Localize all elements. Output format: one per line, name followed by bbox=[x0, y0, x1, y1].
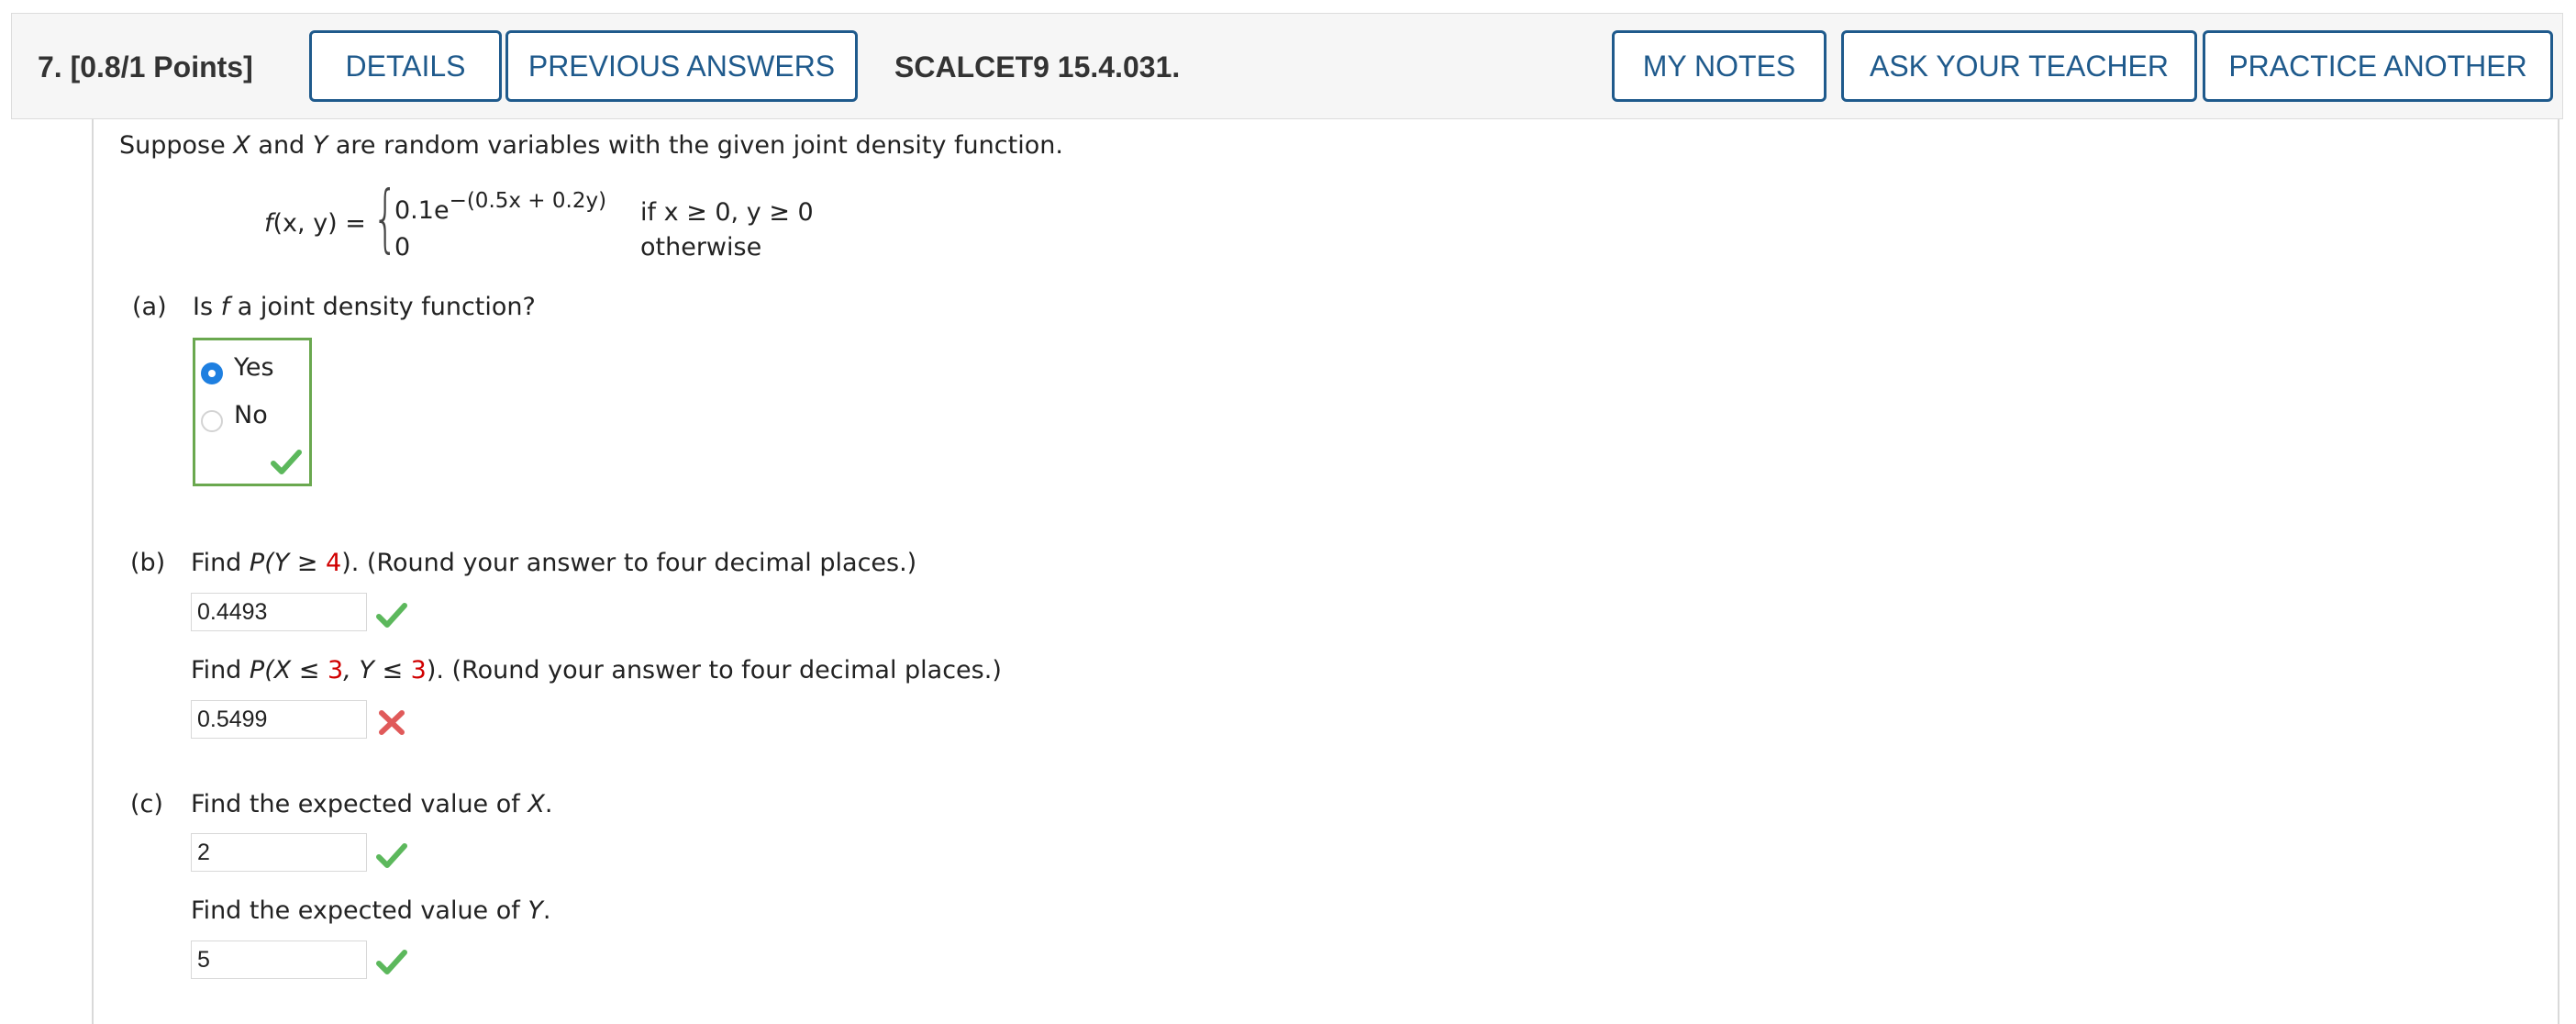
part-b-question-1: Find P(Y ≥ 4). (Round your answer to fou… bbox=[191, 549, 917, 577]
radio-yes[interactable] bbox=[201, 362, 223, 384]
case2-condition: otherwise bbox=[640, 233, 762, 262]
function-lhs: f(x, y) = bbox=[264, 209, 366, 238]
part-c-answer-2-input[interactable]: 5 bbox=[191, 941, 367, 979]
case2-expression: 0 bbox=[394, 233, 411, 262]
part-c-question-2: Find the expected value of Y. bbox=[191, 896, 551, 925]
correct-check-icon bbox=[376, 843, 407, 868]
part-a-label: (a) bbox=[132, 293, 167, 321]
part-b-label: (b) bbox=[130, 549, 166, 577]
question-header: 7. [0.8/1 Points] DETAILS PREVIOUS ANSWE… bbox=[11, 13, 2563, 119]
part-a-answer-box: Yes No bbox=[193, 338, 312, 486]
problem-code: SCALCET9 15.4.031. bbox=[894, 50, 1181, 83]
radio-no[interactable] bbox=[201, 410, 223, 432]
part-c-question-1: Find the expected value of X. bbox=[191, 790, 553, 818]
part-a-question: Is f a joint density function? bbox=[193, 293, 536, 321]
correct-check-icon bbox=[271, 450, 302, 474]
part-b-answer-1-input[interactable]: 0.4493 bbox=[191, 593, 367, 631]
practice-another-button[interactable]: PRACTICE ANOTHER bbox=[2203, 30, 2553, 102]
option-no-label: No bbox=[234, 401, 268, 429]
details-button[interactable]: DETAILS bbox=[309, 30, 502, 102]
problem-intro: Suppose X and Y are random variables wit… bbox=[119, 131, 1063, 160]
incorrect-x-icon bbox=[379, 710, 405, 735]
ask-your-teacher-button[interactable]: ASK YOUR TEACHER bbox=[1841, 30, 2197, 102]
case1-condition: if x ≥ 0, y ≥ 0 bbox=[640, 198, 814, 227]
my-notes-button[interactable]: MY NOTES bbox=[1612, 30, 1827, 102]
part-b-answer-2-input[interactable]: 0.5499 bbox=[191, 700, 367, 739]
correct-check-icon bbox=[376, 603, 407, 628]
part-b-question-2: Find P(X ≤ 3, Y ≤ 3). (Round your answer… bbox=[191, 656, 1002, 685]
question-points: 7. [0.8/1 Points] bbox=[38, 50, 253, 83]
part-c-answer-1-input[interactable]: 2 bbox=[191, 833, 367, 872]
option-yes-label: Yes bbox=[234, 353, 274, 382]
previous-answers-button[interactable]: PREVIOUS ANSWERS bbox=[505, 30, 858, 102]
correct-check-icon bbox=[376, 950, 407, 974]
part-c-label: (c) bbox=[130, 790, 163, 818]
case1-expression: 0.1e−(0.5x + 0.2y) bbox=[394, 189, 607, 225]
